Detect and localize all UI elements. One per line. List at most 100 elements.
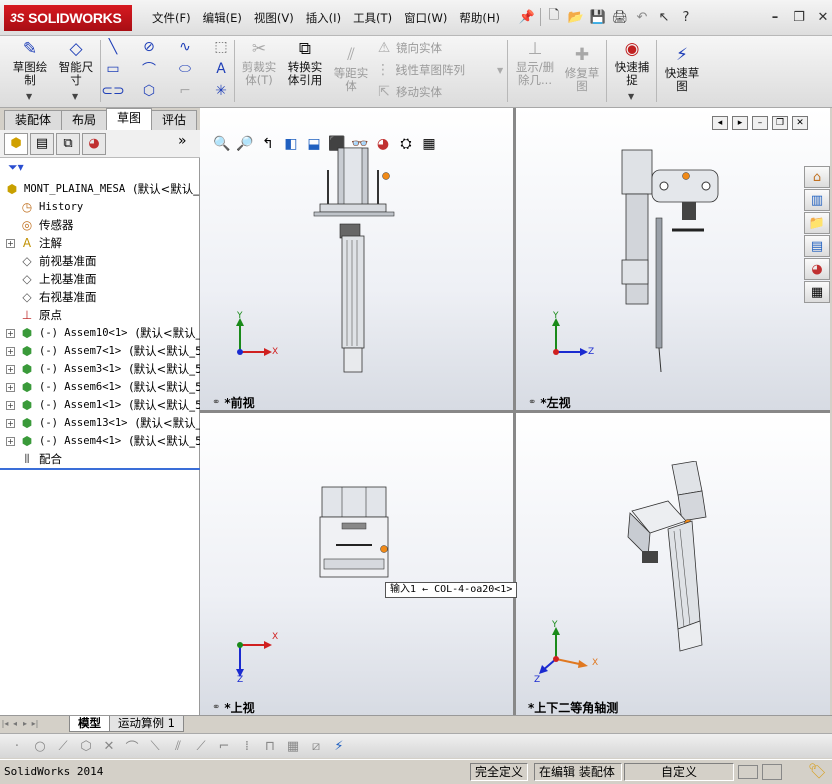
chevron-down-icon[interactable]: ▼ [26,92,32,101]
display-delete-relations-button[interactable]: ⊥ 显示/删 除几... [512,38,558,87]
tree-item[interactable]: + ⬢ (-) Assem3<1> (默认<默认_5 [6,360,202,378]
design-library-icon[interactable]: ▥ [804,189,830,211]
property-manager-tab-icon[interactable]: ▤ [30,132,54,155]
viewport-restore-icon[interactable]: ❐ [772,116,788,130]
menu-window[interactable]: 窗口(W) [398,10,453,26]
sketch-button[interactable]: ✎ 草图绘 制 [8,38,52,87]
tab-evaluate[interactable]: 评估 [151,110,198,130]
top-view-model[interactable] [316,483,392,583]
construction-grid-icon[interactable]: ⬚ [212,38,230,56]
save-icon[interactable]: 💾 [589,8,607,26]
rapid-sketch-icon[interactable]: ⚡ [330,737,348,755]
sketch-fillet-icon[interactable]: ⟋ [192,737,210,755]
quick-snaps-button[interactable]: ◉ 快速捕 捉 [610,38,654,87]
expand-icon[interactable]: + [6,400,15,410]
point-icon[interactable]: · [8,737,26,755]
menu-tools[interactable]: 工具(T) [347,10,398,26]
status-units[interactable]: 自定义 [624,763,734,781]
ellipse-icon[interactable]: ⬭ [176,60,194,78]
circle-icon[interactable]: ⊘ [140,38,158,56]
minimize-icon[interactable]: – [766,8,784,26]
viewport-left[interactable]: ◂ ▸ – ❐ ✕ Y Z ⚭ *左视 [516,108,830,410]
expand-icon[interactable]: + [6,364,15,374]
tree-item[interactable]: + ⬢ (-) Assem13<1> (默认<默认_ [6,414,201,432]
select-arrow-icon[interactable]: ↖ [655,8,673,26]
offset-entities-button[interactable]: ⫽ 等距实 体 [330,44,372,93]
last-tab-icon[interactable]: ▸| [30,718,40,730]
viewport-next-icon[interactable]: ▸ [732,116,748,130]
link-views-icon[interactable]: ⚭ [212,702,220,713]
corner-icon[interactable]: ⌐ [215,737,233,755]
solidworks-logo[interactable]: 3S SOLIDWORKS [4,5,132,31]
home-icon[interactable]: ⌂ [804,166,830,188]
tree-item[interactable]: + A 注解 [6,234,62,252]
tab-layout[interactable]: 布局 [61,110,108,130]
section-view-icon[interactable]: ◧ [281,134,301,154]
feature-tree-tab-icon[interactable]: ⬢ [4,132,28,155]
expand-icon[interactable]: + [6,418,15,428]
menu-help[interactable]: 帮助(H) [453,10,506,26]
menu-edit[interactable]: 编辑(E) [197,10,248,26]
viewport-front[interactable]: 🔍 🔎 ↰ ◧ ⬓ ⬛ 👓 ◕ ⛭ ▦ Y X ⚭ *前视 [200,108,513,410]
expand-icon[interactable]: + [6,328,15,338]
tab-model[interactable]: 模型 [69,716,110,732]
tab-motion-study[interactable]: 运动算例 1 [109,716,184,732]
tree-item[interactable]: ⊥ 原点 [6,306,62,324]
view-settings-icon[interactable]: ▦ [419,134,439,154]
link-views-icon[interactable]: ⚭ [212,397,220,408]
graphics-area[interactable]: 🔍 🔎 ↰ ◧ ⬓ ⬛ 👓 ◕ ⛭ ▦ Y X ⚭ *前视 ◂ ▸ – ❐ ✕ … [200,108,830,715]
next-tab-icon[interactable]: ▸ [20,718,30,730]
expand-icon[interactable]: + [6,346,15,356]
tree-item[interactable]: ◎ 传感器 [6,216,74,234]
tab-sketch[interactable]: 草图 [106,108,153,130]
trim-icon[interactable]: ✕ [100,737,118,755]
viewport-isometric[interactable]: Y X Z *上下二等角轴测 [516,413,830,715]
appearances-icon[interactable]: ◕ [804,258,830,280]
viewport-top[interactable]: X Z ⚭ *上视 [200,413,513,715]
first-tab-icon[interactable]: |◂ [0,718,10,730]
trim-entities-button[interactable]: ✂ 剪裁实 体(T) [238,38,280,87]
slot-icon[interactable]: ⊂⊃ [101,82,124,100]
viewport-prev-icon[interactable]: ◂ [712,116,728,130]
tree-item[interactable]: ⫴ 配合 [6,450,62,468]
fillet-icon[interactable]: ⌐ [176,82,194,100]
left-view-model[interactable] [616,144,736,374]
smart-dimension-button[interactable]: ◇ 智能尺 寸 [54,38,98,87]
previous-view-icon[interactable]: ↰ [258,134,278,154]
menu-view[interactable]: 视图(V) [248,10,300,26]
menu-file[interactable]: 文件(F) [146,10,197,26]
grid-icon[interactable]: ⁞ [238,737,256,755]
print-icon[interactable]: 🖨 [611,8,629,26]
viewport-close-icon[interactable]: ✕ [792,116,808,130]
point-icon[interactable]: ✳ [212,82,230,100]
open-folder-icon[interactable]: 📂 [567,8,585,26]
new-document-icon[interactable]: 🗋 [545,8,563,26]
tree-item[interactable]: + ⬢ (-) Assem7<1> (默认<默认_5 [6,342,202,360]
custom-properties-icon[interactable]: ▦ [804,281,830,303]
plane-icon[interactable]: ⧄ [307,737,325,755]
chevron-down-icon[interactable]: ▼ [497,66,503,75]
line-icon[interactable]: ⟋ [54,737,72,755]
tag-icon[interactable]: 🏷 [808,762,827,780]
mirror-icon[interactable]: ⟍ [146,737,164,755]
chevron-down-icon[interactable]: ▼ [628,92,634,101]
tree-root[interactable]: ⬢ MONT_PLAINA_MESA (默认<默认_ [4,180,199,198]
tree-item[interactable]: + ⬢ (-) Assem4<1> (默认<默认_5 [6,432,202,450]
tree-item[interactable]: ◇ 右视基准面 [6,288,96,306]
repair-sketch-button[interactable]: ✚ 修复草 图 [560,44,604,93]
filter-icon[interactable]: ⏷▾ [8,160,24,175]
tree-item[interactable]: + ⬢ (-) Assem6<1> (默认<默认_5 [6,378,202,396]
isometric-view-model[interactable] [620,461,740,661]
rectangle-icon[interactable]: ▭ [104,60,122,78]
expand-icon[interactable]: + [6,436,15,446]
front-view-model[interactable] [300,140,410,380]
tab-assembly[interactable]: 装配体 [4,110,63,130]
display-manager-tab-icon[interactable]: ◕ [82,132,106,155]
expand-tabs-icon[interactable]: » [178,133,187,149]
chevron-down-icon[interactable]: ▼ [72,92,78,101]
close-icon[interactable]: ✕ [814,8,832,26]
prev-tab-icon[interactable]: ◂ [10,718,20,730]
expand-icon[interactable]: + [6,382,15,392]
undo-icon[interactable]: ↶ [633,8,651,26]
polygon-icon[interactable]: ⬡ [77,737,95,755]
